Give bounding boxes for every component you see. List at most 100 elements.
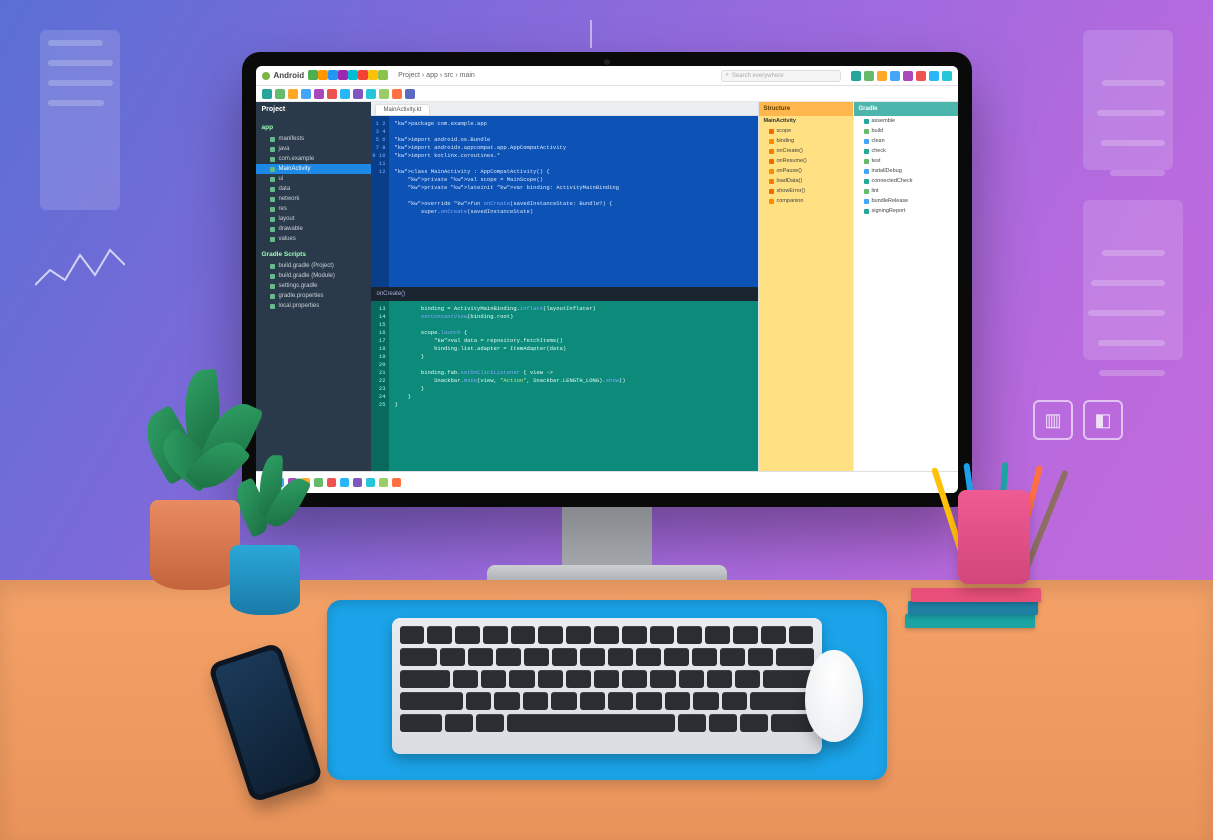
toolbar-action-icon[interactable] bbox=[864, 71, 874, 81]
gradle-task[interactable]: connectedCheck bbox=[854, 176, 958, 186]
toolbar-icon[interactable] bbox=[308, 70, 318, 80]
sidebar-item[interactable]: values bbox=[256, 234, 371, 244]
task-icon bbox=[864, 139, 869, 144]
bg-line bbox=[1097, 110, 1165, 116]
secondary-toolbar-icon[interactable] bbox=[405, 89, 415, 99]
gradle-task[interactable]: assemble bbox=[854, 116, 958, 126]
sidebar-item[interactable]: res bbox=[256, 204, 371, 214]
sidebar-item[interactable]: drawable bbox=[256, 224, 371, 234]
right-panels: Structure MainActivity scope bindingonCrea… bbox=[758, 102, 958, 471]
keyboard-key bbox=[709, 714, 737, 732]
app-name: Android bbox=[274, 71, 305, 80]
status-icon[interactable] bbox=[392, 478, 401, 487]
toolbar-icon[interactable] bbox=[318, 70, 328, 80]
keyboard-key bbox=[481, 670, 506, 688]
keyboard-key bbox=[622, 626, 647, 644]
gradle-task[interactable]: bundleRelease bbox=[854, 196, 958, 206]
gradle-panel-header[interactable]: Gradle bbox=[854, 102, 958, 116]
sidebar-item[interactable]: com.example bbox=[256, 154, 371, 164]
sidebar-section[interactable]: Gradle Scripts bbox=[256, 248, 371, 261]
secondary-toolbar-icon[interactable] bbox=[275, 89, 285, 99]
keyboard-key bbox=[580, 648, 605, 666]
editor-pane-top[interactable]: 1 2 3 4 5 6 7 8 9 10 11 12 "kw">package … bbox=[371, 116, 758, 287]
gradle-task[interactable]: test bbox=[854, 156, 958, 166]
secondary-toolbar-icon[interactable] bbox=[379, 89, 389, 99]
project-sidebar[interactable]: Project appmanifestsjavacom.exampleMainA… bbox=[256, 102, 371, 471]
toolbar-icon[interactable] bbox=[348, 70, 358, 80]
secondary-toolbar-icon[interactable] bbox=[392, 89, 402, 99]
structure-item[interactable]: onCreate() bbox=[759, 146, 853, 156]
gradle-task[interactable]: installDebug bbox=[854, 166, 958, 176]
editor-divider[interactable]: onCreate() bbox=[371, 287, 758, 301]
gradle-task[interactable]: clean bbox=[854, 136, 958, 146]
secondary-toolbar-icon[interactable] bbox=[340, 89, 350, 99]
secondary-toolbar-icon[interactable] bbox=[288, 89, 298, 99]
toolbar-icon[interactable] bbox=[368, 70, 378, 80]
sidebar-item[interactable]: gradle.properties bbox=[256, 291, 371, 301]
structure-item[interactable]: onPause() bbox=[759, 166, 853, 176]
status-icon[interactable] bbox=[353, 478, 362, 487]
file-icon bbox=[270, 177, 275, 182]
status-icon[interactable] bbox=[379, 478, 388, 487]
keyboard-key bbox=[507, 714, 675, 732]
status-icon[interactable] bbox=[340, 478, 349, 487]
gradle-task[interactable]: signingReport bbox=[854, 206, 958, 216]
secondary-toolbar-icon[interactable] bbox=[301, 89, 311, 99]
secondary-toolbar-icon[interactable] bbox=[353, 89, 363, 99]
structure-item[interactable]: companion bbox=[759, 196, 853, 206]
gradle-panel[interactable]: assemblebuildcleanchecktestinstallDebugc… bbox=[854, 116, 958, 471]
structure-item[interactable]: loadData() bbox=[759, 176, 853, 186]
toolbar-action-icon[interactable] bbox=[877, 71, 887, 81]
toolbar-action-icon[interactable] bbox=[851, 71, 861, 81]
status-icon[interactable] bbox=[314, 478, 323, 487]
sidebar-item[interactable]: MainActivity bbox=[256, 164, 371, 174]
structure-item[interactable]: showError() bbox=[759, 186, 853, 196]
structure-item-label: scope bbox=[777, 128, 792, 134]
keyboard-key bbox=[494, 692, 519, 710]
editor-tab[interactable]: MainActivity.kt bbox=[375, 104, 431, 115]
structure-section[interactable]: MainActivity bbox=[759, 116, 853, 126]
sidebar-item[interactable]: local.properties bbox=[256, 301, 371, 311]
sidebar-item[interactable]: build.gradle (Project) bbox=[256, 261, 371, 271]
secondary-toolbar-icon[interactable] bbox=[314, 89, 324, 99]
editor-pane-bottom[interactable]: 13 14 15 16 17 18 19 20 21 22 23 24 25 b… bbox=[371, 301, 758, 472]
sidebar-item[interactable]: ui bbox=[256, 174, 371, 184]
sidebar-section[interactable]: app bbox=[256, 121, 371, 134]
toolbar-action-icon[interactable] bbox=[890, 71, 900, 81]
toolbar-action-icon[interactable] bbox=[942, 71, 952, 81]
sidebar-item[interactable]: java bbox=[256, 144, 371, 154]
pencil-cup bbox=[958, 490, 1030, 584]
toolbar-icon[interactable] bbox=[378, 70, 388, 80]
sidebar-item[interactable]: layout bbox=[256, 214, 371, 224]
sidebar-item[interactable]: network bbox=[256, 194, 371, 204]
sidebar-item[interactable]: build.gradle (Module) bbox=[256, 271, 371, 281]
structure-item[interactable]: binding bbox=[759, 136, 853, 146]
gradle-task[interactable]: lint bbox=[854, 186, 958, 196]
toolbar-action-icon[interactable] bbox=[916, 71, 926, 81]
gradle-task[interactable]: build bbox=[854, 126, 958, 136]
secondary-toolbar-icon[interactable] bbox=[327, 89, 337, 99]
secondary-toolbar-icon[interactable] bbox=[366, 89, 376, 99]
sidebar-item[interactable]: settings.gradle bbox=[256, 281, 371, 291]
toolbar-icon[interactable] bbox=[328, 70, 338, 80]
status-icon[interactable] bbox=[327, 478, 336, 487]
toolbar-action-icon[interactable] bbox=[929, 71, 939, 81]
keyboard-key bbox=[400, 670, 450, 688]
breadcrumb[interactable]: Project › app › src › main bbox=[398, 72, 475, 79]
secondary-toolbar-icon[interactable] bbox=[262, 89, 272, 99]
structure-item[interactable]: scope bbox=[759, 126, 853, 136]
sidebar-item[interactable]: manifests bbox=[256, 134, 371, 144]
search-input[interactable]: ⌕ Search everywhere bbox=[721, 70, 841, 82]
status-icon[interactable] bbox=[366, 478, 375, 487]
toolbar-icon[interactable] bbox=[358, 70, 368, 80]
gradle-task[interactable]: check bbox=[854, 146, 958, 156]
structure-item[interactable]: onResume() bbox=[759, 156, 853, 166]
structure-item-label: companion bbox=[777, 198, 804, 204]
bg-line bbox=[1098, 340, 1165, 346]
toolbar-icon[interactable] bbox=[338, 70, 348, 80]
structure-panel-header[interactable]: Structure bbox=[759, 102, 853, 116]
sidebar-item[interactable]: data bbox=[256, 184, 371, 194]
toolbar-action-icon[interactable] bbox=[903, 71, 913, 81]
structure-panel[interactable]: MainActivity scope bindingonCreate()onResu… bbox=[759, 116, 853, 471]
gradle-task-label: signingReport bbox=[872, 208, 906, 214]
